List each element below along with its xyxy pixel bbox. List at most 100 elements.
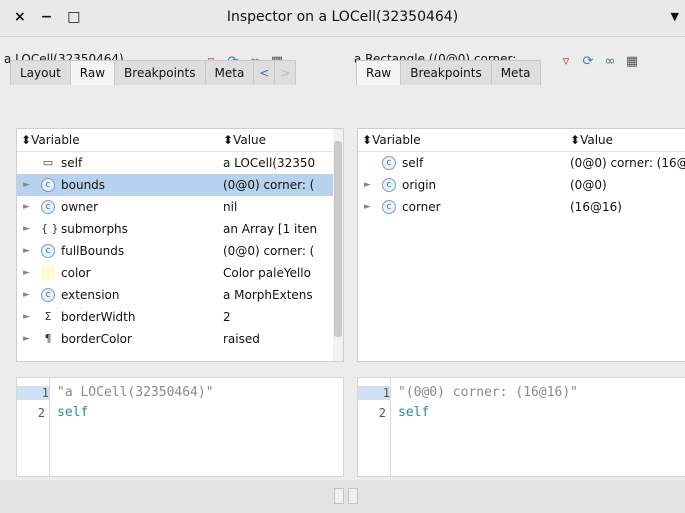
variable-name: owner bbox=[61, 200, 99, 214]
class-icon: c bbox=[41, 200, 55, 214]
pin-icon[interactable]: ▦ bbox=[621, 54, 643, 69]
table-header: ⬍Variable ⬍Value bbox=[17, 129, 343, 152]
code-line[interactable]: "a LOCell(32350464)" bbox=[57, 385, 214, 400]
column-header-variable[interactable]: ⬍Variable bbox=[21, 129, 80, 151]
variable-name: origin bbox=[402, 178, 437, 192]
table-row[interactable]: ► c corner (16@16) bbox=[358, 196, 685, 218]
table-row[interactable]: ► c bounds (0@0) corner: ( bbox=[17, 174, 343, 196]
column-header-variable[interactable]: ⬍Variable bbox=[362, 129, 421, 151]
tab-meta[interactable]: Meta bbox=[204, 60, 255, 85]
variable-name: bounds bbox=[61, 178, 106, 192]
tab-meta[interactable]: Meta bbox=[490, 60, 541, 85]
window-menu-button[interactable]: ▼ bbox=[671, 10, 679, 23]
table-header: ⬍Variable ⬍Value bbox=[358, 129, 685, 152]
class-icon: c bbox=[382, 178, 396, 192]
expand-arrow-icon[interactable]: ► bbox=[23, 174, 30, 196]
left-tab-bar: Layout Raw Breakpoints Meta < > bbox=[10, 60, 297, 86]
variable-name: extension bbox=[61, 288, 120, 302]
variable-name: corner bbox=[402, 200, 441, 214]
variable-value: (0@0) corner: (16@ bbox=[570, 156, 685, 170]
table-row[interactable]: ▭ self a LOCell(32350 bbox=[17, 152, 343, 174]
tab-scroll-right-button[interactable]: > bbox=[274, 60, 297, 85]
expand-arrow-icon[interactable]: ► bbox=[23, 262, 30, 284]
table-row[interactable]: ► ¶ borderColor raised bbox=[17, 328, 343, 350]
variable-value: an Array [1 iten bbox=[223, 222, 318, 236]
left-table-scrollbar[interactable] bbox=[333, 129, 343, 361]
expand-arrow-icon[interactable]: ► bbox=[364, 174, 371, 196]
window-icon: ▭ bbox=[42, 156, 54, 169]
scrollbar-thumb[interactable] bbox=[334, 141, 342, 337]
line-number: 1 bbox=[358, 386, 390, 400]
line-number: 2 bbox=[378, 406, 386, 420]
table-row[interactable]: ► ΣborderWidth 2 bbox=[17, 306, 343, 328]
tab-breakpoints[interactable]: Breakpoints bbox=[114, 60, 206, 85]
class-icon: c bbox=[382, 200, 396, 214]
bottom-status-bar bbox=[0, 480, 685, 513]
table-row[interactable]: ► c owner nil bbox=[17, 196, 343, 218]
expand-arrow-icon[interactable]: ► bbox=[23, 218, 30, 240]
variable-value: (16@16) bbox=[570, 200, 622, 214]
window-title: Inspector on a LOCell(32350464) bbox=[226, 9, 459, 25]
table-row[interactable]: c self (0@0) corner: (16@ bbox=[358, 152, 685, 174]
right-tab-bar: Raw Breakpoints Meta bbox=[356, 60, 541, 86]
collection-icon: { } bbox=[41, 222, 59, 235]
right-rows: c self (0@0) corner: (16@ ► c origin (0@0) ► c co… bbox=[358, 152, 685, 218]
left-rows: ▭ self a LOCell(32350 ► c bounds (0@0) corner:… bbox=[17, 152, 343, 350]
column-header-value[interactable]: ⬍Value bbox=[223, 129, 266, 151]
variable-value: raised bbox=[223, 332, 260, 346]
variable-value: 2 bbox=[223, 310, 231, 324]
class-icon: c bbox=[382, 156, 396, 170]
expand-arrow-icon[interactable]: ► bbox=[23, 306, 30, 328]
variable-value: nil bbox=[223, 200, 238, 214]
left-code-editor[interactable]: 1 2 "a LOCell(32350464)" self bbox=[16, 377, 344, 477]
line-number: 1 bbox=[17, 386, 49, 400]
expand-arrow-icon[interactable]: ► bbox=[23, 196, 30, 218]
tab-raw[interactable]: Raw bbox=[356, 60, 402, 85]
class-icon: c bbox=[41, 288, 55, 302]
expand-arrow-icon[interactable]: ► bbox=[23, 240, 30, 262]
variable-value: Color paleYello bbox=[223, 266, 311, 280]
variable-name: color bbox=[61, 266, 91, 280]
refresh-icon[interactable]: ⟳ bbox=[577, 54, 599, 69]
expand-arrow-icon[interactable]: ► bbox=[23, 284, 30, 306]
class-icon: c bbox=[41, 244, 55, 258]
variable-name: self bbox=[61, 156, 83, 170]
expand-arrow-icon[interactable]: ► bbox=[364, 196, 371, 218]
class-icon: c bbox=[41, 178, 55, 192]
left-variables-table: ⬍Variable ⬍Value ▭ self a LOCell(32350 ► c bo… bbox=[16, 128, 344, 362]
expand-arrow-icon[interactable]: ► bbox=[23, 328, 30, 350]
variable-name: borderWidth bbox=[61, 310, 136, 324]
pane-resize-handle[interactable] bbox=[348, 488, 358, 504]
variable-value: a LOCell(32350 bbox=[223, 156, 316, 170]
variable-name: fullBounds bbox=[61, 244, 125, 258]
table-row[interactable]: ► c extension a MorphExtens bbox=[17, 284, 343, 306]
table-row[interactable]: ► { } submorphs an Array [1 iten bbox=[17, 218, 343, 240]
glasses-icon[interactable]: ∞ bbox=[599, 54, 621, 69]
variable-name: submorphs bbox=[61, 222, 128, 236]
right-toolbar: ▿ ⟳ ∞ ▦ bbox=[555, 54, 643, 69]
table-row[interactable]: ► c origin (0@0) bbox=[358, 174, 685, 196]
table-row[interactable]: ► color Color paleYello bbox=[17, 262, 343, 284]
color-swatch-icon bbox=[41, 266, 55, 280]
tab-layout[interactable]: Layout bbox=[10, 60, 71, 85]
filter-icon[interactable]: ▿ bbox=[555, 54, 577, 69]
right-variables-table: ⬍Variable ⬍Value c self (0@0) corner: (16@… bbox=[357, 128, 685, 362]
code-line[interactable]: "(0@0) corner: (16@16)" bbox=[398, 385, 578, 400]
variable-value: (0@0) corner: ( bbox=[223, 178, 315, 192]
code-line[interactable]: self bbox=[398, 405, 429, 420]
column-header-value[interactable]: ⬍Value bbox=[570, 129, 613, 151]
symbol-icon: ¶ bbox=[44, 332, 52, 345]
right-code-editor[interactable]: 1 2 "(0@0) corner: (16@16)" self bbox=[357, 377, 685, 477]
number-icon: Σ bbox=[44, 310, 52, 323]
table-row[interactable]: ► c fullBounds (0@0) corner: ( bbox=[17, 240, 343, 262]
line-number: 2 bbox=[37, 406, 45, 420]
pane-resize-handle[interactable] bbox=[334, 488, 344, 504]
tab-raw[interactable]: Raw bbox=[69, 60, 116, 85]
variable-value: (0@0) corner: ( bbox=[223, 244, 315, 258]
window-title-bar: × − □ Inspector on a LOCell(32350464) ▼ bbox=[0, 0, 685, 37]
variable-name: self bbox=[402, 156, 424, 170]
tab-scroll-left-button[interactable]: < bbox=[253, 60, 276, 85]
variable-value: (0@0) bbox=[570, 178, 607, 192]
code-line[interactable]: self bbox=[57, 405, 88, 420]
tab-breakpoints[interactable]: Breakpoints bbox=[400, 60, 492, 85]
